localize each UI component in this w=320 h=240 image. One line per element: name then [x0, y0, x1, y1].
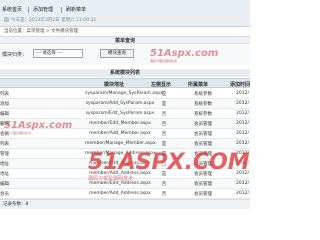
row-left-display: 是 [161, 142, 167, 147]
row-url: member/Add_Address.aspx [89, 191, 151, 196]
top-nav-bar: 系统首页 添加管理 刷新菜单 今天是：2013年3月2日 星期六 11:09:3… [0, 0, 250, 27]
row-date: 2012/ [236, 91, 249, 96]
category-select[interactable]: --- 请选择 --- [33, 49, 83, 58]
breadcrumb: 当前位置：菜单管理 > 文件模块管理 [4, 29, 79, 34]
header-menu: 所属菜单 [188, 82, 209, 88]
tab-divider [28, 7, 29, 13]
row-left-display: 否 [161, 122, 167, 127]
row-name: 编辑 [0, 182, 9, 187]
row-name: 添加 [0, 102, 9, 107]
row-menu: 系统参数 [194, 112, 212, 117]
query-button[interactable]: 模块查询 [100, 49, 134, 58]
row-url: member/Edit_Member.aspx [89, 121, 151, 126]
table-row[interactable]: 列表 member/Manage_Member.aspx 是 会员管理 2012/ [0, 139, 250, 149]
header-left-display: 左侧显示 [151, 82, 172, 88]
tab-refresh-menu[interactable]: 刷新菜单 [66, 6, 86, 14]
row-url: sysparam/Add_SysParam.aspx [85, 101, 155, 106]
row-menu: 系统参数 [194, 102, 212, 107]
row-left-display: 否 [161, 132, 167, 137]
row-url: member/Manage_Member.aspx [85, 141, 156, 146]
row-date: 2012/ [236, 111, 249, 116]
row-name: 列表 [0, 142, 9, 147]
row-name: 地址 [0, 162, 9, 167]
list-title: 系统模块列表 [0, 69, 250, 77]
record-count: 记录条数：8 [0, 199, 250, 209]
tab-add-admin[interactable]: 添加管理 [33, 6, 53, 14]
row-date: 2012/ [236, 131, 249, 136]
row-menu: 会员管理 [194, 122, 212, 127]
table-row[interactable]: 列表 sysparam/Manage_SysParam.aspx 是 系统参数 2012… [0, 89, 250, 99]
row-name: 会员 [0, 192, 9, 197]
watermark-logo: 51Aspx.com 源码下载及源码技术 [4, 120, 73, 135]
row-name: 列表 [0, 92, 9, 97]
row-date: 2012/ [236, 101, 249, 106]
tab-divider [61, 7, 62, 13]
row-name: 地址 [0, 172, 9, 177]
row-menu: 会员管理 [194, 192, 212, 197]
row-left-display: 是 [161, 102, 167, 107]
clock-icon [4, 17, 9, 22]
row-url: sysparam/Manage_SysParam.aspx [85, 91, 163, 96]
section-title: 菜单查询 [0, 36, 250, 44]
date-line: 今天是：2013年3月2日 星期六 11:09:31 [4, 17, 96, 23]
table-row[interactable]: 编辑 sysparam/Edit_SysParam.aspx 否 系统参数 2012/ [0, 109, 250, 119]
row-date: 2012/ [236, 141, 249, 146]
row-url: member/Add_Member.aspx [89, 131, 151, 136]
table-row[interactable]: 会员 member/Add_Address.aspx 否 会员管理 2012/ [0, 189, 250, 199]
tab-home[interactable]: 系统首页 [2, 6, 22, 14]
row-menu: 会员管理 [194, 132, 212, 137]
row-left-display: 否 [161, 192, 167, 197]
watermark-logo-large: 51ASPX.COM 源码下载及源码技术 [88, 150, 250, 182]
category-select-value: --- 请选择 --- [36, 51, 63, 56]
table-header: 模块地址 左侧显示 所属菜单 添加时间 [0, 78, 250, 88]
table-row[interactable]: 添加 sysparam/Add_SysParam.aspx 是 系统参数 2012/ [0, 99, 250, 109]
row-menu: 会员管理 [194, 142, 212, 147]
date-text: 今天是：2013年3月2日 星期六 11:09:31 [11, 18, 97, 23]
row-date: 2012/ [236, 191, 249, 196]
row-name: 编辑 [0, 112, 9, 117]
header-date: 添加时间 [230, 82, 251, 88]
watermark-logo: 51Aspx.com 源码下载及源码技术 [150, 48, 219, 63]
row-left-display: 否 [161, 112, 167, 117]
row-url: sysparam/Edit_SysParam.aspx [85, 111, 155, 116]
row-menu: 系统参数 [194, 92, 212, 97]
row-name: 管理 [0, 152, 9, 157]
header-url: 模块地址 [104, 82, 125, 88]
row-date: 2012/ [236, 121, 249, 126]
category-label: 模块归类： [2, 52, 28, 58]
row-left-display: 是 [161, 92, 167, 97]
